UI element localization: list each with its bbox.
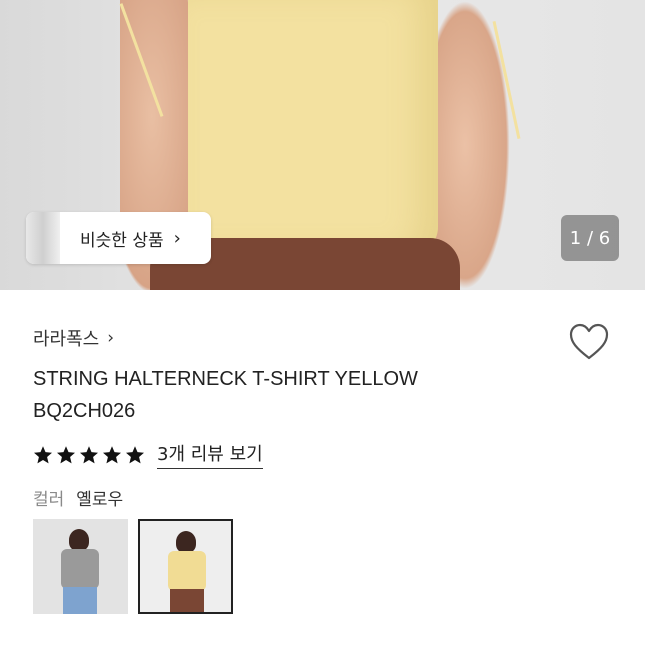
- heart-icon[interactable]: [568, 322, 610, 362]
- product-code: BQ2CH026: [33, 400, 136, 422]
- color-swatch-gray[interactable]: [33, 519, 128, 614]
- product-title: STRING HALTERNECK T-SHIRT YELLOW BQ2CH02…: [33, 363, 553, 427]
- model-skirt: [170, 589, 204, 612]
- brand-link[interactable]: 라라폭스 ›: [33, 325, 114, 351]
- product-title-line1: STRING HALTERNECK T-SHIRT YELLOW: [33, 368, 418, 390]
- model-head: [69, 529, 89, 551]
- image-counter: 1 / 6: [561, 215, 619, 261]
- color-swatch-yellow[interactable]: [138, 519, 233, 614]
- model-top-gray: [61, 549, 99, 589]
- model-jeans: [63, 587, 97, 614]
- color-value: 옐로우: [76, 490, 124, 510]
- color-label: 컬러: [33, 490, 65, 510]
- chevron-right-icon: ›: [107, 328, 115, 348]
- star-icon: [80, 445, 98, 463]
- reviews-link[interactable]: 3개 리뷰 보기: [157, 440, 263, 469]
- model-top-yellow: [168, 551, 206, 591]
- brand-name: 라라폭스: [33, 329, 100, 350]
- product-top-garment: [188, 0, 438, 255]
- model-head: [176, 531, 196, 553]
- star-icon: [126, 445, 144, 463]
- rating-row: 3개 리뷰 보기: [33, 440, 263, 469]
- color-selection-label: 컬러 옐로우: [33, 485, 123, 510]
- chevron-right-icon: ›: [173, 227, 181, 249]
- similar-products-label: 비슷한 상품: [80, 230, 164, 251]
- star-icon: [103, 445, 121, 463]
- star-icon: [34, 445, 52, 463]
- star-icon: [57, 445, 75, 463]
- similar-products-thumbnail: [26, 212, 60, 264]
- similar-products-button[interactable]: 비슷한 상품 ›: [26, 212, 211, 264]
